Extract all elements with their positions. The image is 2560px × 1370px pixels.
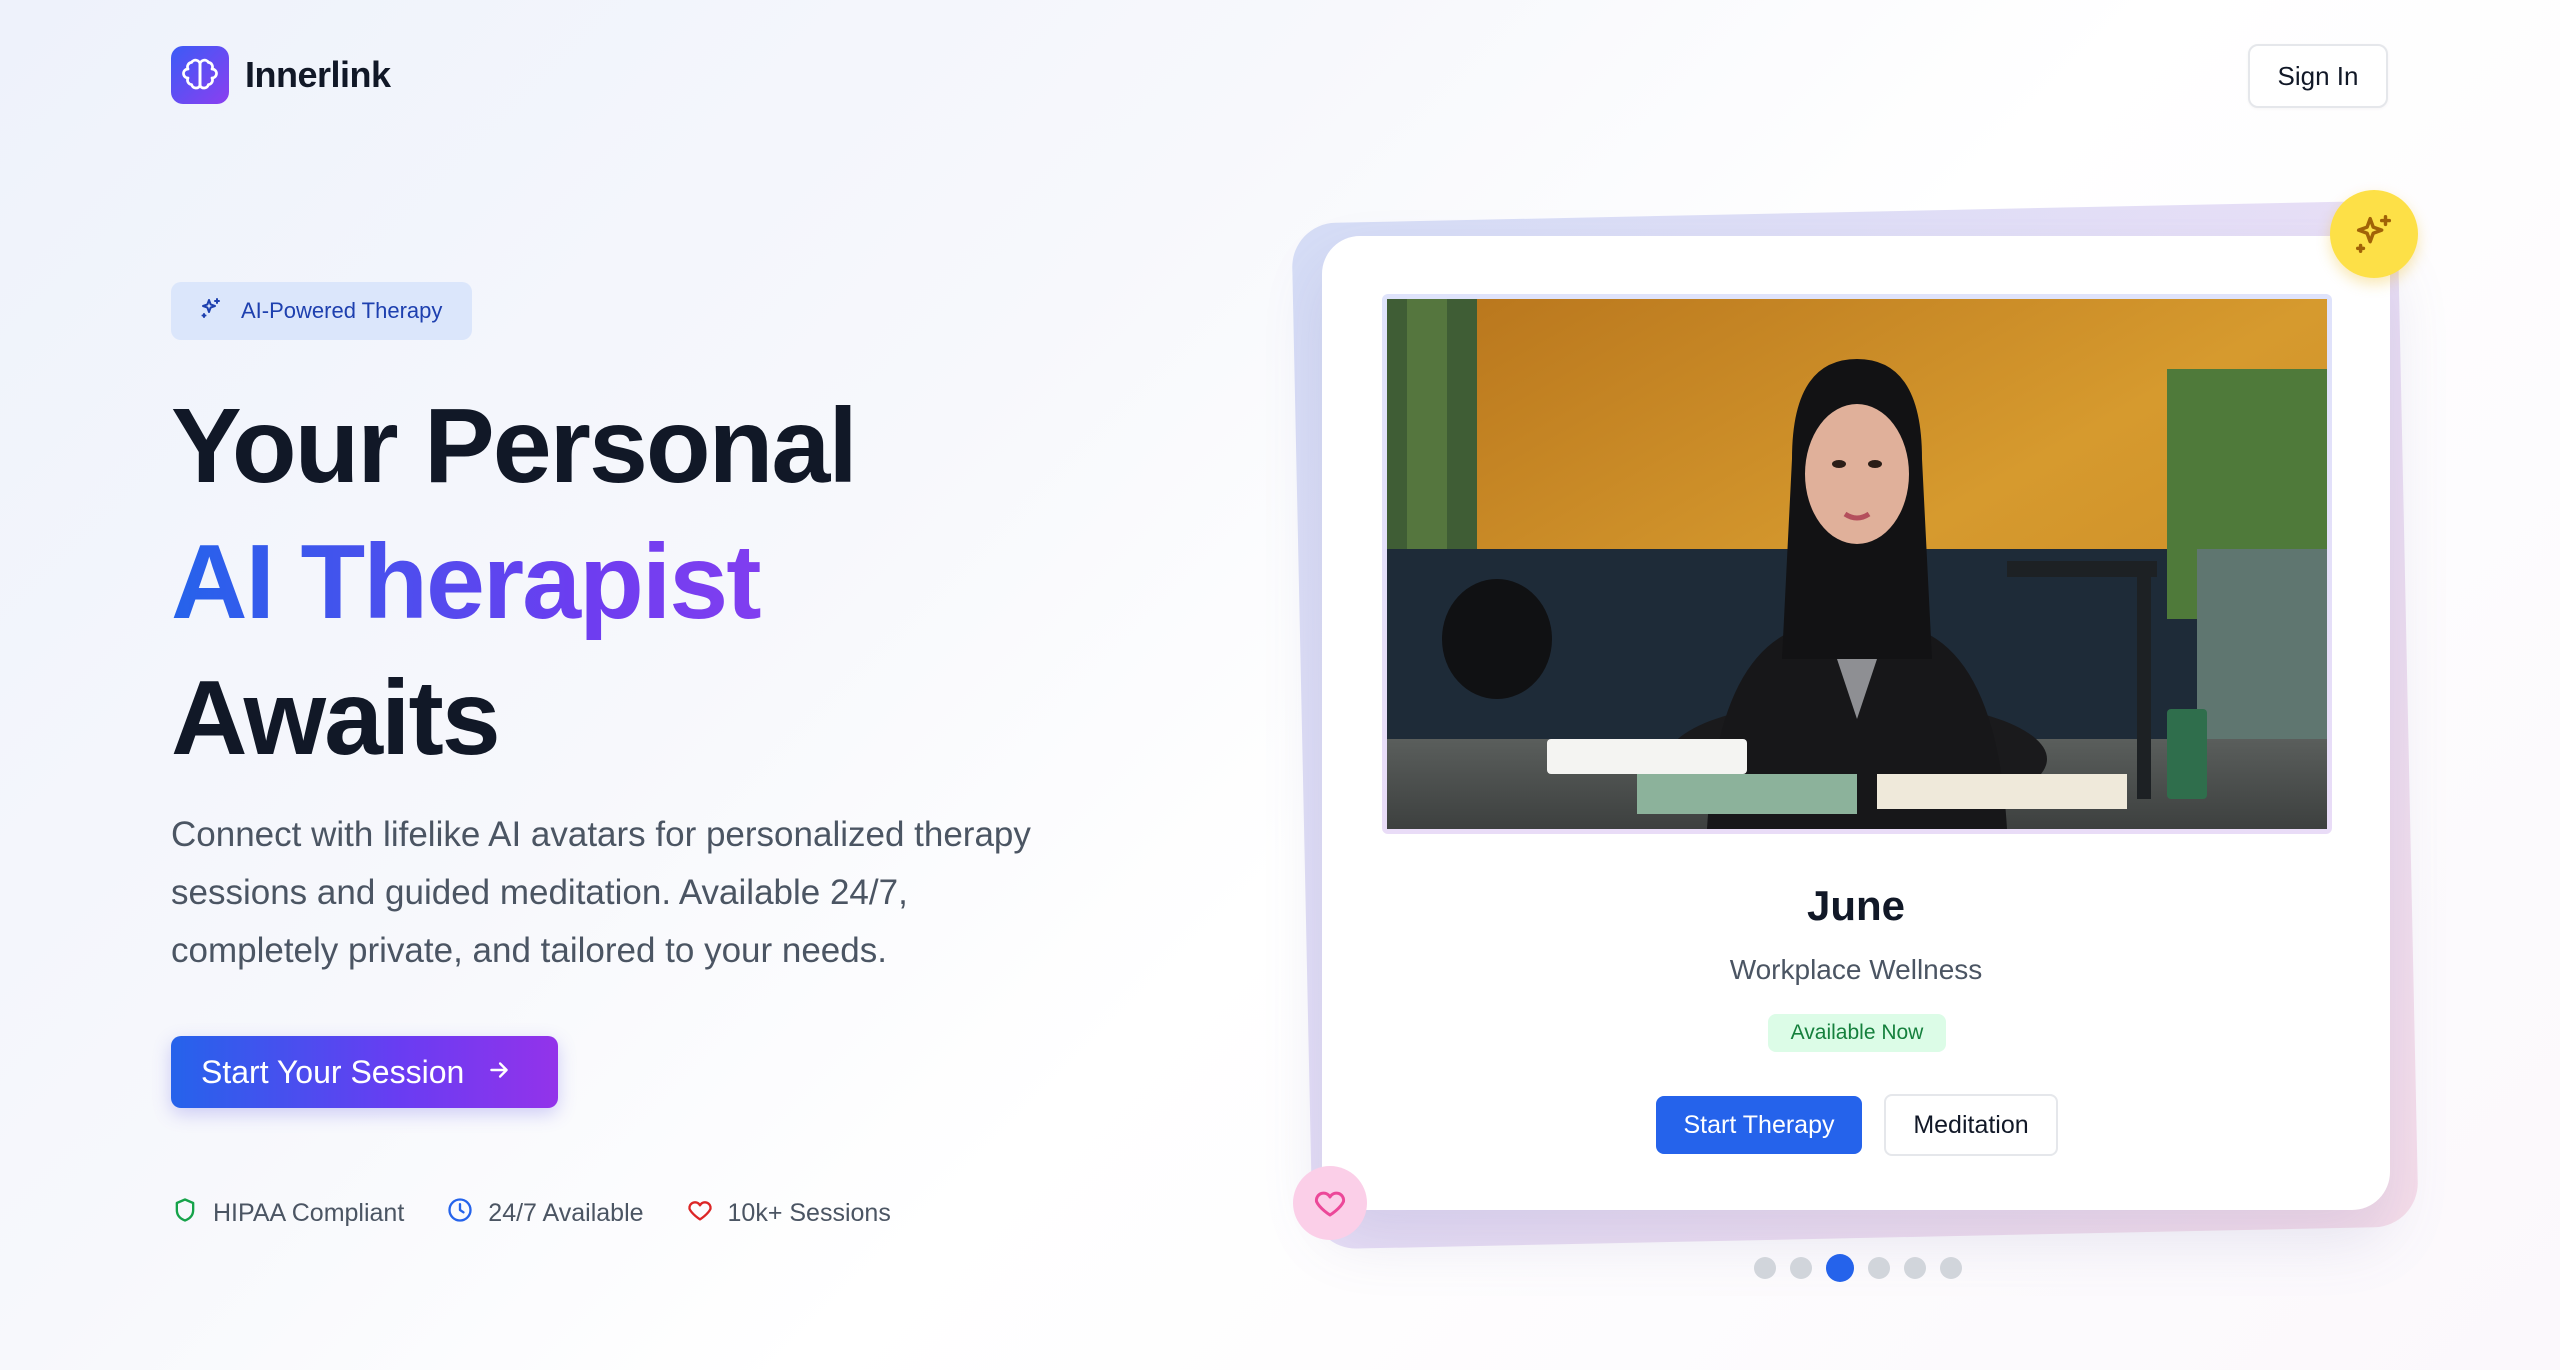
sign-in-button[interactable]: Sign In xyxy=(2248,44,2388,108)
arrow-right-icon xyxy=(486,1054,512,1091)
feature-label: 24/7 Available xyxy=(488,1199,644,1227)
carousel-dot[interactable] xyxy=(1940,1257,1962,1279)
status-badge: Available Now xyxy=(1768,1014,1946,1052)
headline-line-2: AI Therapist xyxy=(171,514,856,650)
carousel-dots xyxy=(1754,1254,1962,1282)
brand-logo[interactable]: Innerlink xyxy=(171,46,391,104)
sparkles-icon xyxy=(2330,190,2418,278)
ai-powered-badge: AI-Powered Therapy xyxy=(171,282,473,340)
meditation-button[interactable]: Meditation xyxy=(1884,1094,2058,1156)
start-session-button[interactable]: Start Your Session xyxy=(171,1036,558,1108)
headline-line-3: Awaits xyxy=(171,659,501,777)
clock-icon xyxy=(446,1196,474,1231)
feature-availability: 24/7 Available xyxy=(446,1196,644,1231)
cta-label: Start Your Session xyxy=(201,1053,465,1090)
brand-name: Innerlink xyxy=(245,54,391,95)
heart-icon xyxy=(686,1196,714,1231)
carousel-dot[interactable] xyxy=(1826,1254,1854,1282)
feature-sessions: 10k+ Sessions xyxy=(686,1196,891,1231)
therapist-card: June Workplace Wellness Available Now St… xyxy=(1322,236,2390,1210)
heart-icon xyxy=(1293,1166,1367,1240)
start-therapy-button[interactable]: Start Therapy xyxy=(1656,1096,1862,1154)
hero-description: Connect with lifelike AI avatars for per… xyxy=(171,815,1031,970)
shield-icon xyxy=(171,1196,199,1231)
headline-line-1: Your Personal xyxy=(171,387,858,505)
badge-label: AI-Powered Therapy xyxy=(241,298,443,323)
feature-label: HIPAA Compliant xyxy=(213,1199,405,1227)
hero-headline: Your Personal AI Therapist Awaits xyxy=(171,378,858,786)
site-header: Innerlink Sign In xyxy=(0,0,2560,150)
brain-icon xyxy=(171,46,229,104)
therapist-specialty: Workplace Wellness xyxy=(1729,954,1983,985)
carousel-dot[interactable] xyxy=(1790,1257,1812,1279)
avatar-video-frame xyxy=(1382,294,2332,834)
carousel-dot[interactable] xyxy=(1904,1257,1926,1279)
carousel-dot[interactable] xyxy=(1868,1257,1890,1279)
carousel-dot[interactable] xyxy=(1754,1257,1776,1279)
feature-list: HIPAA Compliant 24/7 Available 10k+ Sess… xyxy=(171,1196,891,1231)
therapist-name: June xyxy=(1806,882,1906,929)
feature-hipaa: HIPAA Compliant xyxy=(171,1196,404,1231)
feature-label: 10k+ Sessions xyxy=(727,1199,891,1227)
sparkles-icon xyxy=(199,296,223,326)
avatar-video[interactable] xyxy=(1387,299,2327,829)
